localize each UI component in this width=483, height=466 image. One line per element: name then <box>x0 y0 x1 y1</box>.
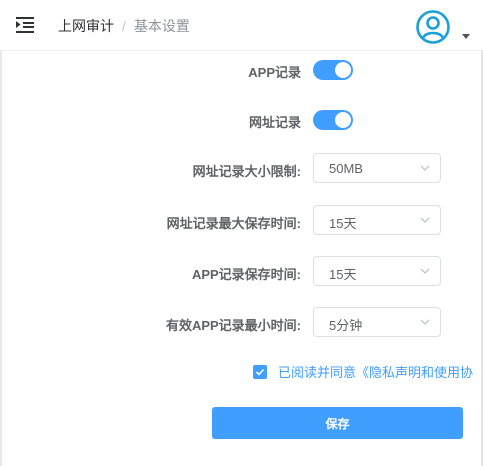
breadcrumb: 上网审计 / 基本设置 <box>58 17 190 35</box>
breadcrumb-parent[interactable]: 上网审计 <box>58 18 114 34</box>
url-size-limit-value: 50MB <box>329 161 363 176</box>
switch-knob <box>335 112 351 128</box>
url-record-label: 网址记录 <box>248 115 301 130</box>
save-button[interactable]: 保存 <box>212 407 463 439</box>
breadcrumb-separator: / <box>122 18 126 34</box>
agreement-link[interactable]: 已阅读并同意《隐私声明和使用协 <box>278 364 473 381</box>
check-icon <box>255 368 265 376</box>
agreement-row: 已阅读并同意《隐私声明和使用协 <box>253 364 483 382</box>
form-row-app-retention: APP记录保存时间: 15天 <box>0 256 483 286</box>
app-retention-value: 15天 <box>329 267 357 282</box>
app-min-duration-value: 5分钟 <box>329 318 363 333</box>
form-row-url-record: 网址记录 <box>0 108 483 132</box>
app-min-duration-label: 有效APP记录最小时间: <box>165 318 301 333</box>
agreement-checkbox[interactable] <box>253 365 267 379</box>
url-max-retention-label: 网址记录最大保存时间: <box>166 216 301 231</box>
url-max-retention-value: 15天 <box>329 216 357 231</box>
top-header: 上网审计 / 基本设置 <box>0 0 483 51</box>
url-size-limit-label: 网址记录大小限制: <box>192 164 301 179</box>
url-size-limit-select[interactable]: 50MB <box>313 153 441 183</box>
switch-knob <box>335 62 351 78</box>
url-record-switch[interactable] <box>313 110 353 130</box>
chevron-down-icon <box>420 217 430 223</box>
url-max-retention-select[interactable]: 15天 <box>313 205 441 235</box>
app-min-duration-select[interactable]: 5分钟 <box>313 307 441 337</box>
form-row-app-record: APP记录 <box>0 58 483 82</box>
chevron-down-icon <box>420 319 430 325</box>
menu-fold-icon[interactable] <box>16 16 36 34</box>
app-retention-label: APP记录保存时间: <box>191 267 301 282</box>
chevron-down-icon <box>420 165 430 171</box>
app-record-label: APP记录 <box>248 65 301 80</box>
breadcrumb-current: 基本设置 <box>133 18 190 34</box>
form-row-url-size-limit: 网址记录大小限制: 50MB <box>0 153 483 183</box>
form-row-app-min-duration: 有效APP记录最小时间: 5分钟 <box>0 307 483 337</box>
user-avatar-icon[interactable] <box>416 10 450 44</box>
app-retention-select[interactable]: 15天 <box>313 256 441 286</box>
chevron-down-icon <box>420 268 430 274</box>
app-record-switch[interactable] <box>313 60 353 80</box>
form-row-url-max-retention: 网址记录最大保存时间: 15天 <box>0 205 483 235</box>
caret-down-icon[interactable] <box>462 34 470 40</box>
